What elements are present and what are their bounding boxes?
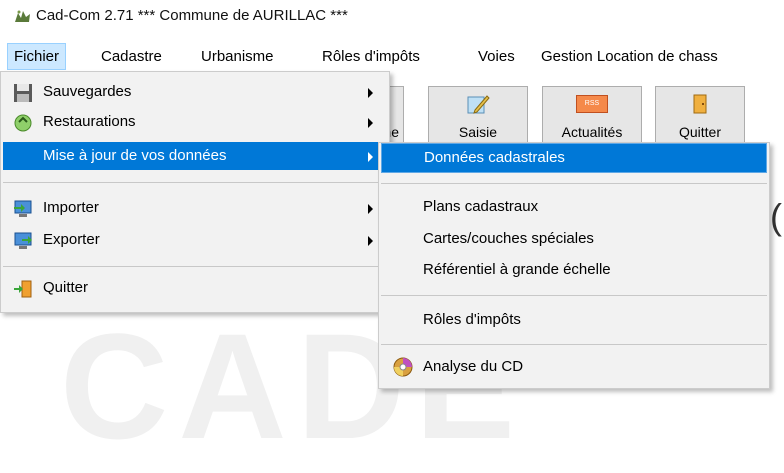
analyse-cd-label: Analyse du CD — [423, 358, 524, 375]
menu-urbanisme[interactable]: Urbanisme — [195, 43, 280, 70]
menu-separator — [381, 344, 767, 345]
menu-voies[interactable]: Voies — [472, 43, 521, 70]
menu-item-restaurations[interactable]: Restaurations — [3, 108, 387, 136]
menu-item-quitter[interactable]: Quitter — [3, 274, 387, 302]
submenu-arrow-icon — [368, 118, 373, 128]
submenu-arrow-icon — [368, 152, 373, 162]
menu-roles-impots[interactable]: Rôles d'impôts — [316, 43, 426, 70]
menu-item-mise-a-jour[interactable]: Mise à jour de vos données — [3, 142, 387, 170]
sauvegardes-label: Sauvegardes — [43, 83, 132, 100]
donnees-cadastrales-label: Données cadastrales — [424, 149, 565, 166]
quitter-label: Quitter — [43, 279, 89, 296]
referentiel-label: Référentiel à grande échelle — [423, 261, 611, 278]
roles-impots-label: Rôles d'impôts — [423, 311, 521, 328]
submenu-item-plans-cadastraux[interactable]: Plans cadastraux — [381, 193, 767, 221]
quitter-toolbar-button[interactable]: Quitter — [655, 86, 745, 146]
export-monitor-icon — [14, 232, 32, 249]
menu-separator — [3, 182, 387, 183]
menu-fichier[interactable]: Fichier — [7, 43, 67, 70]
submenu-item-referentiel[interactable]: Référentiel à grande échelle — [381, 256, 767, 284]
menu-separator — [381, 183, 767, 184]
submenu-arrow-icon — [368, 204, 373, 214]
background-partial-text: ( — [770, 196, 782, 237]
cd-disc-icon — [393, 357, 413, 377]
plans-cadastraux-label: Plans cadastraux — [423, 198, 539, 215]
title-bar: Cad-Com 2.71 *** Commune de AURILLAC *** — [0, 0, 784, 32]
submenu-item-cartes-couches[interactable]: Cartes/couches spéciales — [381, 225, 767, 253]
window-title: Cad-Com 2.71 *** Commune de AURILLAC *** — [36, 7, 348, 24]
menu-separator — [3, 266, 387, 267]
importer-label: Importer — [43, 199, 99, 216]
app-logo-icon — [15, 10, 30, 22]
import-monitor-icon — [14, 200, 32, 217]
menu-bar: Fichier Cadastre Urbanisme Rôles d'impôt… — [0, 43, 784, 71]
menu-cadastre[interactable]: Cadastre — [95, 43, 168, 70]
fichier-dropdown-menu: Sauvegardes Restaurations Mise à jour de… — [0, 71, 390, 313]
cartes-couches-label: Cartes/couches spéciales — [423, 230, 594, 247]
main-toolbar: sme Saisie RSS Actualités Quitter — [350, 76, 784, 148]
submenu-arrow-icon — [368, 236, 373, 246]
menu-item-importer[interactable]: Importer — [3, 194, 387, 222]
pencil-edit-icon — [467, 95, 490, 114]
door-exit-icon — [693, 94, 707, 114]
submenu-arrow-icon — [368, 88, 373, 98]
exit-door-icon — [14, 280, 32, 298]
actualites-toolbar-button[interactable]: RSS Actualités — [542, 86, 642, 146]
actualites-button-label: Actualités — [561, 124, 623, 140]
submenu-item-donnees-cadastrales[interactable]: Données cadastrales — [381, 143, 767, 173]
restaurations-label: Restaurations — [43, 113, 136, 130]
menu-item-exporter[interactable]: Exporter — [3, 226, 387, 254]
saisie-toolbar-button[interactable]: Saisie — [428, 86, 528, 146]
rss-icon: RSS — [576, 95, 608, 113]
mise-a-jour-label: Mise à jour de vos données — [43, 147, 227, 164]
restore-arrows-icon — [14, 114, 32, 132]
menu-item-sauvegardes[interactable]: Sauvegardes — [3, 78, 387, 106]
mise-a-jour-submenu: Données cadastrales Plans cadastraux Car… — [378, 142, 770, 389]
menu-separator — [381, 295, 767, 296]
submenu-item-roles-impots[interactable]: Rôles d'impôts — [381, 306, 767, 334]
saisie-button-label: Saisie — [458, 124, 498, 140]
exporter-label: Exporter — [43, 231, 100, 248]
quitter-button-label: Quitter — [678, 124, 721, 140]
floppy-disk-icon — [14, 84, 32, 102]
submenu-item-analyse-cd[interactable]: Analyse du CD — [381, 353, 767, 381]
menu-gestion-location[interactable]: Gestion Location de chass — [535, 43, 724, 70]
